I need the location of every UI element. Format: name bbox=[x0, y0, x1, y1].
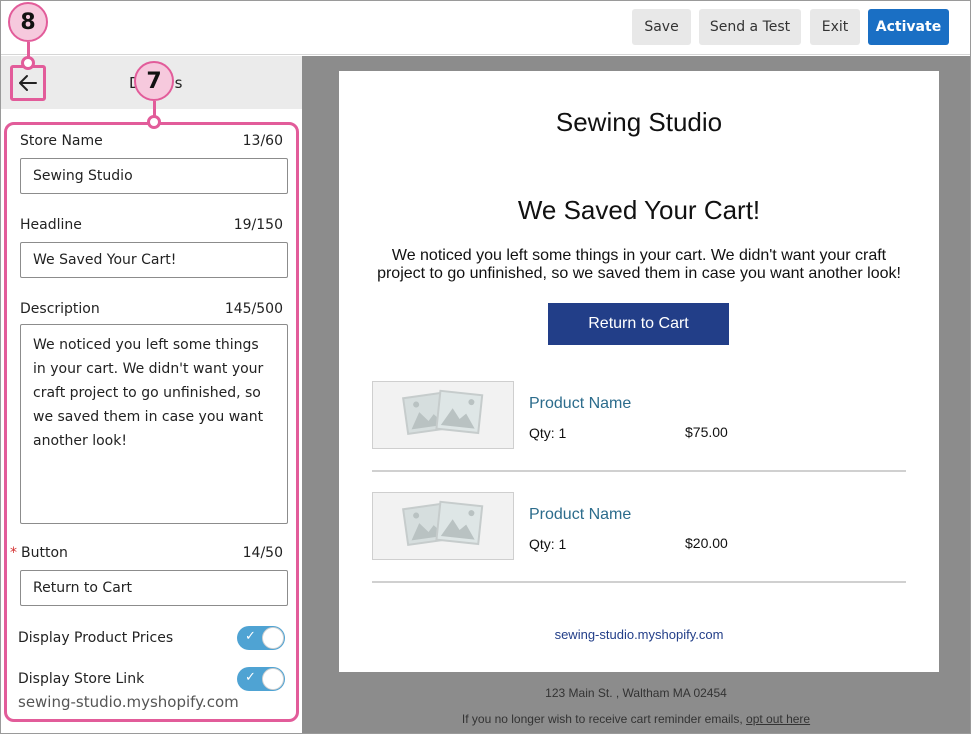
email-canvas: Sewing Studio We Saved Your Cart! We not… bbox=[339, 71, 939, 672]
exit-button[interactable]: Exit bbox=[810, 9, 860, 45]
description-count: 145/500 bbox=[224, 301, 283, 317]
check-icon: ✓ bbox=[245, 670, 256, 685]
headline-count: 19/150 bbox=[233, 217, 283, 233]
product-price: $20.00 bbox=[685, 535, 728, 551]
footer-address: 123 Main St. , Waltham MA 02454 bbox=[545, 686, 727, 700]
activate-button[interactable]: Activate bbox=[868, 9, 949, 45]
toolbar: Save Send a Test Exit Activate bbox=[1, 1, 970, 55]
required-mark: * bbox=[10, 545, 17, 561]
arrow-left-icon bbox=[19, 75, 37, 91]
product-row: Product Name Qty: 1 $75.00 bbox=[372, 381, 906, 492]
opt-out-link[interactable]: opt out here bbox=[746, 712, 810, 726]
back-button[interactable] bbox=[10, 65, 46, 101]
product-image bbox=[372, 492, 514, 560]
footer-unsubscribe: If you no longer wish to receive cart re… bbox=[461, 712, 811, 726]
headline-input[interactable]: We Saved Your Cart! bbox=[20, 242, 288, 278]
check-icon: ✓ bbox=[245, 629, 256, 644]
description-textarea[interactable]: We noticed you left some things in your … bbox=[20, 324, 288, 524]
button-label: * Button bbox=[10, 545, 68, 561]
display-store-link-toggle[interactable]: ✓ bbox=[237, 667, 285, 691]
email-store-link[interactable]: sewing-studio.myshopify.com bbox=[339, 627, 939, 642]
product-name[interactable]: Product Name bbox=[529, 395, 631, 413]
store-name-input[interactable]: Sewing Studio bbox=[20, 158, 288, 194]
email-description: We noticed you left some things in your … bbox=[377, 247, 901, 282]
display-prices-label: Display Product Prices bbox=[18, 630, 174, 646]
send-test-button[interactable]: Send a Test bbox=[699, 9, 801, 45]
button-text-input[interactable]: Return to Cart bbox=[20, 570, 288, 606]
store-link-text: sewing-studio.myshopify.com bbox=[18, 693, 239, 711]
product-name[interactable]: Product Name bbox=[529, 506, 631, 524]
headline-label: Headline bbox=[20, 217, 82, 233]
save-button[interactable]: Save bbox=[632, 9, 691, 45]
divider bbox=[372, 581, 906, 583]
display-store-link-label: Display Store Link bbox=[18, 671, 145, 687]
callout-dot bbox=[21, 56, 35, 70]
toggle-knob bbox=[262, 668, 284, 690]
image-placeholder-icon bbox=[402, 500, 484, 547]
store-name-label: Store Name bbox=[20, 133, 103, 149]
divider bbox=[372, 470, 906, 472]
editor-panel: Ds Store Name 13/60 Sewing Studio Headli… bbox=[1, 56, 302, 733]
email-preview: Sewing Studio We Saved Your Cart! We not… bbox=[302, 56, 970, 733]
details-form: Store Name 13/60 Sewing Studio Headline … bbox=[4, 122, 299, 722]
email-store-name: Sewing Studio bbox=[555, 107, 723, 137]
image-placeholder-icon bbox=[402, 389, 484, 436]
product-qty: Qty: 1 bbox=[529, 425, 567, 441]
callout-marker-8: 8 bbox=[8, 2, 48, 42]
toggle-knob bbox=[262, 627, 284, 649]
button-count: 14/50 bbox=[242, 545, 283, 561]
callout-marker-7: 7 bbox=[134, 61, 174, 101]
app-window: Save Send a Test Exit Activate Ds Store … bbox=[0, 0, 971, 734]
return-to-cart-button[interactable]: Return to Cart bbox=[548, 303, 729, 345]
callout-dot bbox=[147, 115, 161, 129]
product-image bbox=[372, 381, 514, 449]
description-label: Description bbox=[20, 301, 100, 317]
display-prices-toggle[interactable]: ✓ bbox=[237, 626, 285, 650]
email-headline: We Saved Your Cart! bbox=[517, 195, 761, 225]
product-qty: Qty: 1 bbox=[529, 536, 567, 552]
product-row: Product Name Qty: 1 $20.00 bbox=[372, 492, 906, 603]
product-price: $75.00 bbox=[685, 424, 728, 440]
store-name-count: 13/60 bbox=[242, 133, 283, 149]
